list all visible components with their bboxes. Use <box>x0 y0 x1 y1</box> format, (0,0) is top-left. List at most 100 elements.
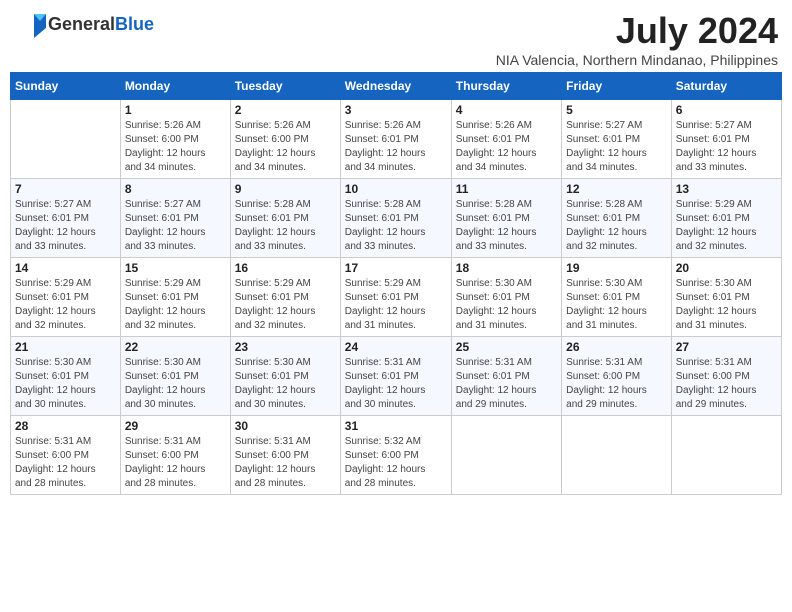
calendar-header-tuesday: Tuesday <box>230 73 340 100</box>
day-info: Sunrise: 5:31 AM Sunset: 6:00 PM Dayligh… <box>566 356 667 412</box>
day-number: 10 <box>345 182 447 196</box>
day-info: Sunrise: 5:27 AM Sunset: 6:01 PM Dayligh… <box>15 198 116 254</box>
day-info: Sunrise: 5:31 AM Sunset: 6:00 PM Dayligh… <box>15 435 116 491</box>
day-number: 6 <box>676 103 777 117</box>
day-info: Sunrise: 5:31 AM Sunset: 6:00 PM Dayligh… <box>676 356 777 412</box>
calendar-cell: 24 Sunrise: 5:31 AM Sunset: 6:01 PM Dayli… <box>340 337 451 416</box>
logo-general: General <box>48 14 115 35</box>
calendar-cell: 26 Sunrise: 5:31 AM Sunset: 6:00 PM Dayli… <box>562 337 672 416</box>
day-number: 13 <box>676 182 777 196</box>
day-number: 27 <box>676 340 777 354</box>
calendar-cell: 7 Sunrise: 5:27 AM Sunset: 6:01 PM Daylig… <box>11 179 121 258</box>
day-info: Sunrise: 5:31 AM Sunset: 6:00 PM Dayligh… <box>235 435 336 491</box>
day-number: 8 <box>125 182 226 196</box>
calendar-cell: 31 Sunrise: 5:32 AM Sunset: 6:00 PM Dayli… <box>340 416 451 495</box>
day-number: 24 <box>345 340 447 354</box>
day-number: 4 <box>456 103 557 117</box>
day-number: 14 <box>15 261 116 275</box>
day-number: 1 <box>125 103 226 117</box>
calendar-header-saturday: Saturday <box>671 73 781 100</box>
day-info: Sunrise: 5:29 AM Sunset: 6:01 PM Dayligh… <box>345 277 447 333</box>
day-info: Sunrise: 5:28 AM Sunset: 6:01 PM Dayligh… <box>566 198 667 254</box>
month-title: July 2024 <box>496 10 778 52</box>
day-number: 16 <box>235 261 336 275</box>
day-info: Sunrise: 5:26 AM Sunset: 6:00 PM Dayligh… <box>125 119 226 175</box>
location-title: NIA Valencia, Northern Mindanao, Philipp… <box>496 52 778 68</box>
calendar-cell: 18Sunrise: 5:30 AM Sunset: 6:01 PM Dayli… <box>451 258 561 337</box>
day-info: Sunrise: 5:29 AM Sunset: 6:01 PM Dayligh… <box>15 277 116 333</box>
day-number: 11 <box>456 182 557 196</box>
day-info: Sunrise: 5:28 AM Sunset: 6:01 PM Dayligh… <box>456 198 557 254</box>
day-info: Sunrise: 5:28 AM Sunset: 6:01 PM Dayligh… <box>345 198 447 254</box>
day-number: 31 <box>345 419 447 433</box>
day-info: Sunrise: 5:26 AM Sunset: 6:01 PM Dayligh… <box>345 119 447 175</box>
calendar-cell: 11 Sunrise: 5:28 AM Sunset: 6:01 PM Dayli… <box>451 179 561 258</box>
logo: General Blue <box>14 10 154 38</box>
day-info: Sunrise: 5:30 AM Sunset: 6:01 PM Dayligh… <box>235 356 336 412</box>
calendar-cell: 1 Sunrise: 5:26 AM Sunset: 6:00 PM Daylig… <box>120 100 230 179</box>
day-info: Sunrise: 5:27 AM Sunset: 6:01 PM Dayligh… <box>676 119 777 175</box>
day-number: 18 <box>456 261 557 275</box>
calendar-cell: 19 Sunrise: 5:30 AM Sunset: 6:01 PM Dayli… <box>562 258 672 337</box>
day-number: 30 <box>235 419 336 433</box>
day-info: Sunrise: 5:32 AM Sunset: 6:00 PM Dayligh… <box>345 435 447 491</box>
day-number: 12 <box>566 182 667 196</box>
calendar-table: SundayMondayTuesdayWednesdayThursdayFrid… <box>10 72 782 495</box>
calendar-week-row: 1 Sunrise: 5:26 AM Sunset: 6:00 PM Daylig… <box>11 100 782 179</box>
calendar-cell: 5 Sunrise: 5:27 AM Sunset: 6:01 PM Daylig… <box>562 100 672 179</box>
calendar-cell: 2 Sunrise: 5:26 AM Sunset: 6:00 PM Daylig… <box>230 100 340 179</box>
day-number: 9 <box>235 182 336 196</box>
calendar-cell: 12 Sunrise: 5:28 AM Sunset: 6:01 PM Dayli… <box>562 179 672 258</box>
day-info: Sunrise: 5:31 AM Sunset: 6:01 PM Dayligh… <box>345 356 447 412</box>
day-info: Sunrise: 5:31 AM Sunset: 6:00 PM Dayligh… <box>125 435 226 491</box>
day-number: 22 <box>125 340 226 354</box>
day-number: 5 <box>566 103 667 117</box>
day-number: 20 <box>676 261 777 275</box>
logo-icon <box>14 10 46 38</box>
day-number: 26 <box>566 340 667 354</box>
calendar-cell: 15 Sunrise: 5:29 AM Sunset: 6:01 PM Dayli… <box>120 258 230 337</box>
day-number: 2 <box>235 103 336 117</box>
day-info: Sunrise: 5:26 AM Sunset: 6:01 PM Dayligh… <box>456 119 557 175</box>
calendar-cell: 8Sunrise: 5:27 AM Sunset: 6:01 PM Daylig… <box>120 179 230 258</box>
day-number: 7 <box>15 182 116 196</box>
day-info: Sunrise: 5:30 AM Sunset: 6:01 PM Dayligh… <box>566 277 667 333</box>
calendar-cell <box>671 416 781 495</box>
calendar-cell: 4 Sunrise: 5:26 AM Sunset: 6:01 PM Daylig… <box>451 100 561 179</box>
calendar-cell: 3 Sunrise: 5:26 AM Sunset: 6:01 PM Daylig… <box>340 100 451 179</box>
calendar-cell: 16 Sunrise: 5:29 AM Sunset: 6:01 PM Dayli… <box>230 258 340 337</box>
calendar-cell <box>562 416 672 495</box>
calendar-week-row: 14 Sunrise: 5:29 AM Sunset: 6:01 PM Dayli… <box>11 258 782 337</box>
day-info: Sunrise: 5:27 AM Sunset: 6:01 PM Dayligh… <box>566 119 667 175</box>
day-number: 28 <box>15 419 116 433</box>
calendar-cell: 28 Sunrise: 5:31 AM Sunset: 6:00 PM Dayli… <box>11 416 121 495</box>
day-info: Sunrise: 5:30 AM Sunset: 6:01 PM Dayligh… <box>15 356 116 412</box>
day-info: Sunrise: 5:29 AM Sunset: 6:01 PM Dayligh… <box>676 198 777 254</box>
day-number: 3 <box>345 103 447 117</box>
calendar-cell: 6 Sunrise: 5:27 AM Sunset: 6:01 PM Daylig… <box>671 100 781 179</box>
calendar-cell: 20 Sunrise: 5:30 AM Sunset: 6:01 PM Dayli… <box>671 258 781 337</box>
calendar-week-row: 7 Sunrise: 5:27 AM Sunset: 6:01 PM Daylig… <box>11 179 782 258</box>
day-info: Sunrise: 5:29 AM Sunset: 6:01 PM Dayligh… <box>125 277 226 333</box>
day-number: 19 <box>566 261 667 275</box>
calendar-cell: 21 Sunrise: 5:30 AM Sunset: 6:01 PM Dayli… <box>11 337 121 416</box>
day-number: 23 <box>235 340 336 354</box>
calendar-week-row: 28 Sunrise: 5:31 AM Sunset: 6:00 PM Dayli… <box>11 416 782 495</box>
calendar-cell: 23 Sunrise: 5:30 AM Sunset: 6:01 PM Dayli… <box>230 337 340 416</box>
day-number: 21 <box>15 340 116 354</box>
day-number: 17 <box>345 261 447 275</box>
calendar-cell: 14 Sunrise: 5:29 AM Sunset: 6:01 PM Dayli… <box>11 258 121 337</box>
calendar-cell: 27 Sunrise: 5:31 AM Sunset: 6:00 PM Dayli… <box>671 337 781 416</box>
calendar-cell <box>11 100 121 179</box>
day-info: Sunrise: 5:26 AM Sunset: 6:00 PM Dayligh… <box>235 119 336 175</box>
day-number: 29 <box>125 419 226 433</box>
day-info: Sunrise: 5:30 AM Sunset: 6:01 PM Dayligh… <box>125 356 226 412</box>
day-number: 15 <box>125 261 226 275</box>
day-info: Sunrise: 5:30 AM Sunset: 6:01 PM Dayligh… <box>676 277 777 333</box>
day-info: Sunrise: 5:31 AM Sunset: 6:01 PM Dayligh… <box>456 356 557 412</box>
day-info: Sunrise: 5:29 AM Sunset: 6:01 PM Dayligh… <box>235 277 336 333</box>
calendar-cell: 22 Sunrise: 5:30 AM Sunset: 6:01 PM Dayli… <box>120 337 230 416</box>
logo-blue: Blue <box>115 14 154 35</box>
calendar-header-thursday: Thursday <box>451 73 561 100</box>
day-info: Sunrise: 5:28 AM Sunset: 6:01 PM Dayligh… <box>235 198 336 254</box>
